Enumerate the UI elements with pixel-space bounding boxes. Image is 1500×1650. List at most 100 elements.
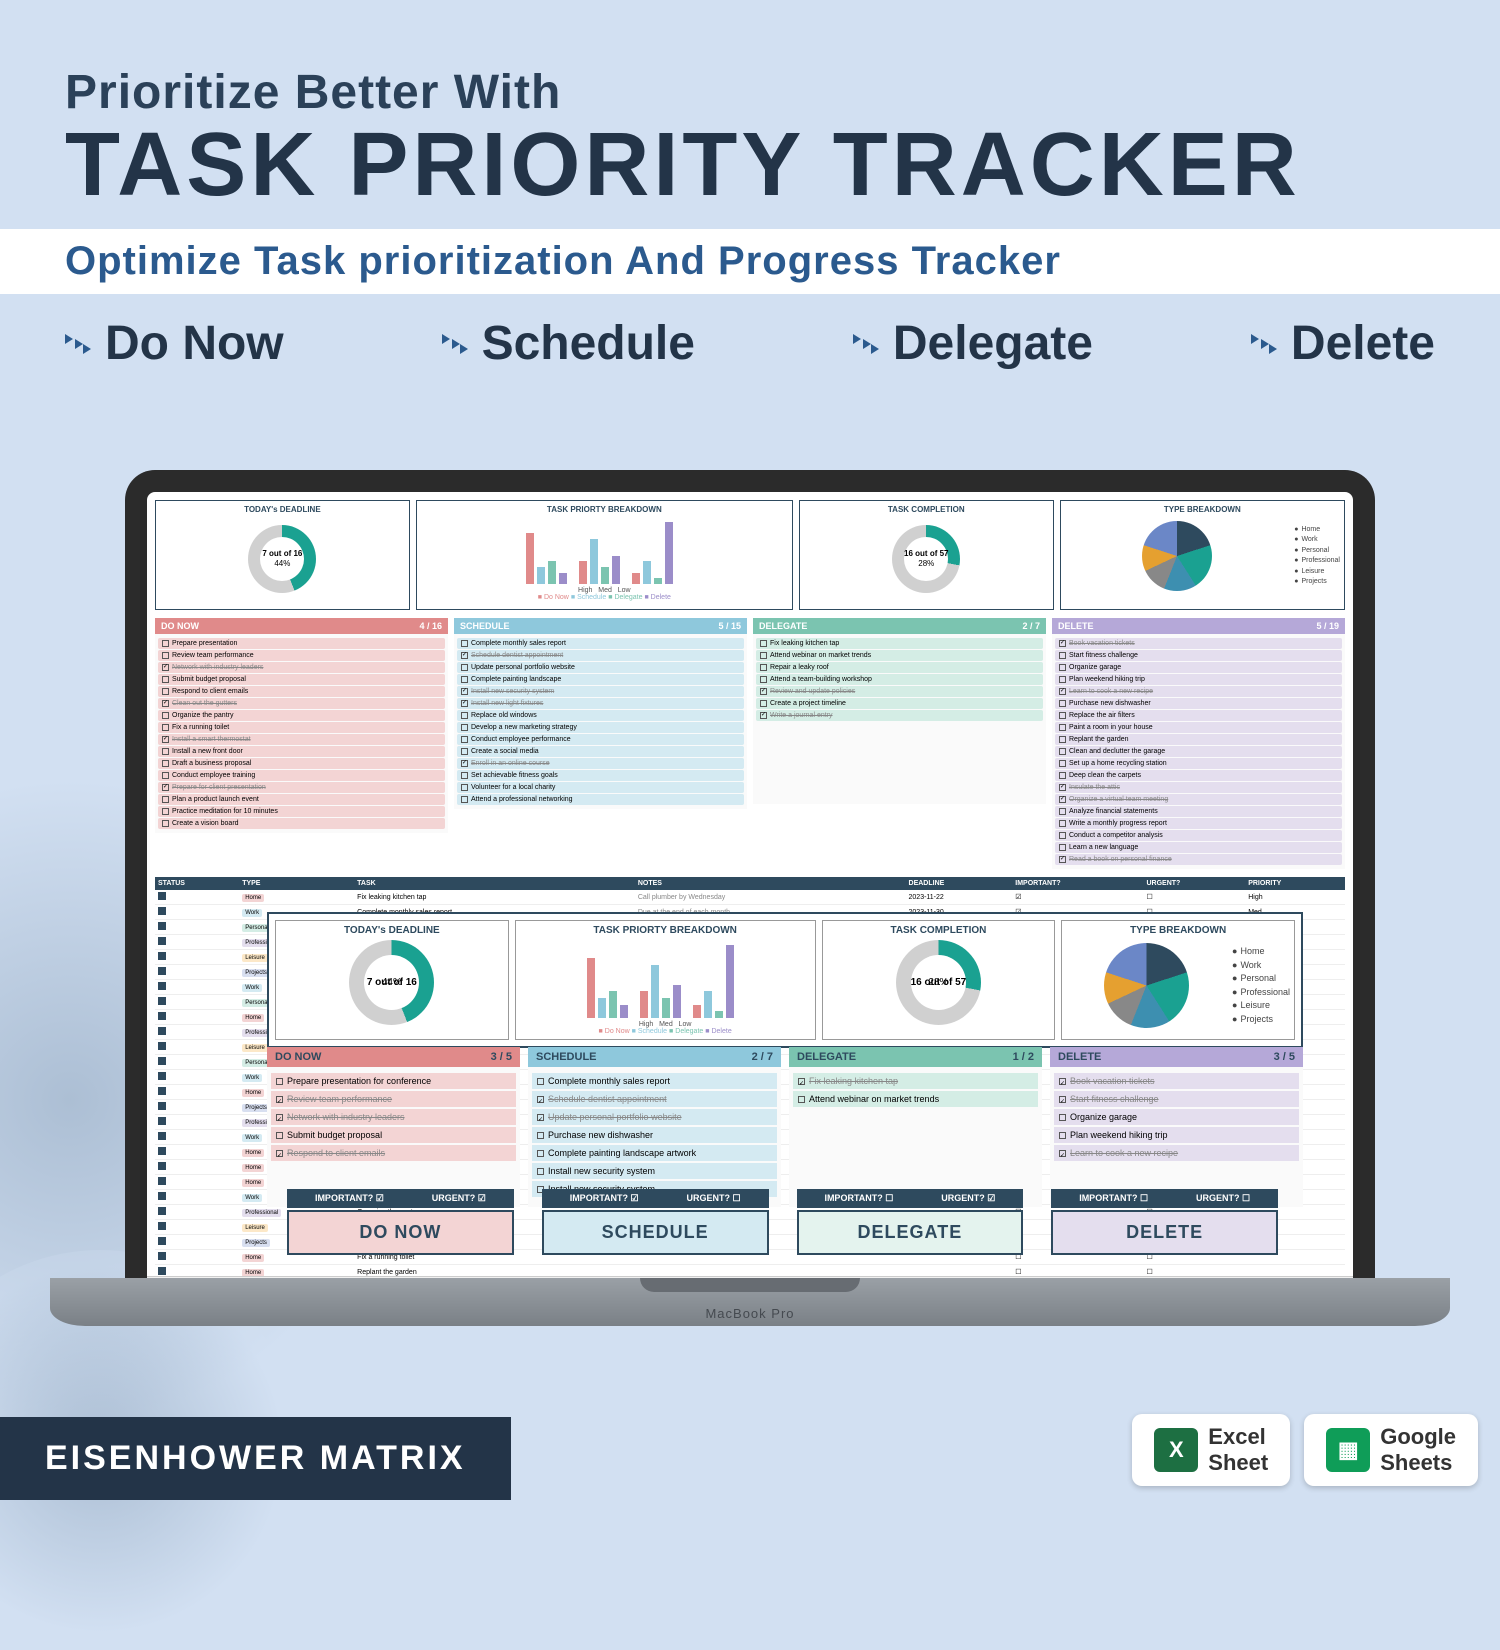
checkbox-icon[interactable] bbox=[537, 1132, 544, 1139]
task-item[interactable]: Write a journal entry bbox=[756, 710, 1043, 721]
task-item[interactable]: Attend webinar on market trends bbox=[793, 1091, 1038, 1107]
table-row[interactable]: HomeFix leaking kitchen tapCall plumber … bbox=[155, 890, 1345, 905]
status-checkbox[interactable] bbox=[158, 1207, 166, 1215]
task-item[interactable]: Develop a new marketing strategy bbox=[457, 722, 744, 733]
checkbox-icon[interactable] bbox=[461, 724, 468, 731]
checkbox-icon[interactable] bbox=[760, 640, 767, 647]
checkbox-icon[interactable] bbox=[276, 1132, 283, 1139]
task-item[interactable]: Fix leaking kitchen tap bbox=[793, 1073, 1038, 1089]
task-item[interactable]: Deep clean the carpets bbox=[1055, 770, 1342, 781]
checkbox-icon[interactable] bbox=[461, 640, 468, 647]
task-item[interactable]: Install a new front door bbox=[158, 746, 445, 757]
task-item[interactable]: Schedule dentist appointment bbox=[532, 1091, 777, 1107]
task-item[interactable]: Prepare for client presentation bbox=[158, 782, 445, 793]
checkbox-icon[interactable] bbox=[1059, 712, 1066, 719]
status-checkbox[interactable] bbox=[158, 1012, 166, 1020]
task-item[interactable]: Create a vision board bbox=[158, 818, 445, 829]
task-item[interactable]: Learn to cook a new recipe bbox=[1055, 686, 1342, 697]
checkbox-icon[interactable] bbox=[1059, 1132, 1066, 1139]
task-item[interactable]: Learn a new language bbox=[1055, 842, 1342, 853]
status-checkbox[interactable] bbox=[158, 1162, 166, 1170]
checkbox-icon[interactable] bbox=[461, 772, 468, 779]
checkbox-icon[interactable] bbox=[537, 1150, 544, 1157]
task-item[interactable]: Fix a running toilet bbox=[158, 722, 445, 733]
status-checkbox[interactable] bbox=[158, 1147, 166, 1155]
task-item[interactable]: Respond to client emails bbox=[271, 1145, 516, 1161]
task-item[interactable]: Read a book on personal finance bbox=[1055, 854, 1342, 865]
task-item[interactable]: Complete painting landscape bbox=[457, 674, 744, 685]
task-item[interactable]: Book vacation tickets bbox=[1055, 638, 1342, 649]
task-item[interactable]: Attend a professional networking bbox=[457, 794, 744, 805]
checkbox-icon[interactable] bbox=[162, 748, 169, 755]
status-checkbox[interactable] bbox=[158, 1087, 166, 1095]
task-item[interactable]: Purchase new dishwasher bbox=[1055, 698, 1342, 709]
task-item[interactable]: Purchase new dishwasher bbox=[532, 1127, 777, 1143]
checkbox-icon[interactable] bbox=[798, 1096, 805, 1103]
checkbox-icon[interactable] bbox=[276, 1114, 283, 1121]
task-item[interactable]: Enroll in an online course bbox=[457, 758, 744, 769]
task-item[interactable]: Review team performance bbox=[271, 1091, 516, 1107]
task-item[interactable]: Plan weekend hiking trip bbox=[1055, 674, 1342, 685]
checkbox-icon[interactable] bbox=[1059, 664, 1066, 671]
task-item[interactable]: Fix leaking kitchen tap bbox=[756, 638, 1043, 649]
task-item[interactable]: Conduct employee performance bbox=[457, 734, 744, 745]
checkbox-icon[interactable] bbox=[798, 1078, 805, 1085]
checkbox-icon[interactable] bbox=[537, 1078, 544, 1085]
status-checkbox[interactable] bbox=[158, 907, 166, 915]
checkbox-icon[interactable] bbox=[1059, 820, 1066, 827]
status-checkbox[interactable] bbox=[158, 952, 166, 960]
checkbox-icon[interactable] bbox=[1059, 640, 1066, 647]
task-item[interactable]: Install new security system bbox=[532, 1163, 777, 1179]
checkbox-icon[interactable] bbox=[1059, 796, 1066, 803]
checkbox-icon[interactable] bbox=[760, 676, 767, 683]
status-checkbox[interactable] bbox=[158, 1237, 166, 1245]
checkbox-icon[interactable] bbox=[276, 1150, 283, 1157]
checkbox-icon[interactable] bbox=[162, 736, 169, 743]
status-checkbox[interactable] bbox=[158, 1117, 166, 1125]
task-item[interactable]: Organize the pantry bbox=[158, 710, 445, 721]
checkbox-icon[interactable] bbox=[162, 784, 169, 791]
checkbox-icon[interactable] bbox=[1059, 808, 1066, 815]
task-item[interactable]: Set up a home recycling station bbox=[1055, 758, 1342, 769]
task-item[interactable]: Submit budget proposal bbox=[271, 1127, 516, 1143]
task-item[interactable]: Network with industry leaders bbox=[158, 662, 445, 673]
checkbox-icon[interactable] bbox=[461, 736, 468, 743]
status-checkbox[interactable] bbox=[158, 892, 166, 900]
task-item[interactable]: Plan weekend hiking trip bbox=[1054, 1127, 1299, 1143]
checkbox-icon[interactable] bbox=[162, 796, 169, 803]
task-item[interactable]: Insulate the attic bbox=[1055, 782, 1342, 793]
checkbox-icon[interactable] bbox=[1059, 676, 1066, 683]
checkbox-icon[interactable] bbox=[461, 796, 468, 803]
task-item[interactable]: Clean out the gutters bbox=[158, 698, 445, 709]
task-item[interactable]: Complete monthly sales report bbox=[532, 1073, 777, 1089]
task-item[interactable]: Update personal portfolio website bbox=[532, 1109, 777, 1125]
status-checkbox[interactable] bbox=[158, 1072, 166, 1080]
task-item[interactable]: Book vacation tickets bbox=[1054, 1073, 1299, 1089]
task-item[interactable]: Update personal portfolio website bbox=[457, 662, 744, 673]
status-checkbox[interactable] bbox=[158, 922, 166, 930]
status-checkbox[interactable] bbox=[158, 1177, 166, 1185]
checkbox-icon[interactable] bbox=[461, 652, 468, 659]
checkbox-icon[interactable] bbox=[1059, 688, 1066, 695]
status-checkbox[interactable] bbox=[158, 937, 166, 945]
checkbox-icon[interactable] bbox=[537, 1114, 544, 1121]
checkbox-icon[interactable] bbox=[760, 688, 767, 695]
checkbox-icon[interactable] bbox=[461, 760, 468, 767]
task-item[interactable]: Install a smart thermostat bbox=[158, 734, 445, 745]
status-checkbox[interactable] bbox=[158, 1132, 166, 1140]
task-item[interactable]: Start fitness challenge bbox=[1055, 650, 1342, 661]
checkbox-icon[interactable] bbox=[276, 1078, 283, 1085]
task-item[interactable]: Attend webinar on market trends bbox=[756, 650, 1043, 661]
checkbox-icon[interactable] bbox=[461, 700, 468, 707]
task-item[interactable]: Clean and declutter the garage bbox=[1055, 746, 1342, 757]
status-checkbox[interactable] bbox=[158, 1222, 166, 1230]
checkbox-icon[interactable] bbox=[162, 808, 169, 815]
checkbox-icon[interactable] bbox=[461, 688, 468, 695]
checkbox-icon[interactable] bbox=[162, 676, 169, 683]
checkbox-icon[interactable] bbox=[276, 1096, 283, 1103]
checkbox-icon[interactable] bbox=[461, 676, 468, 683]
checkbox-icon[interactable] bbox=[760, 712, 767, 719]
checkbox-icon[interactable] bbox=[162, 760, 169, 767]
checkbox-icon[interactable] bbox=[162, 820, 169, 827]
task-item[interactable]: Replace old windows bbox=[457, 710, 744, 721]
